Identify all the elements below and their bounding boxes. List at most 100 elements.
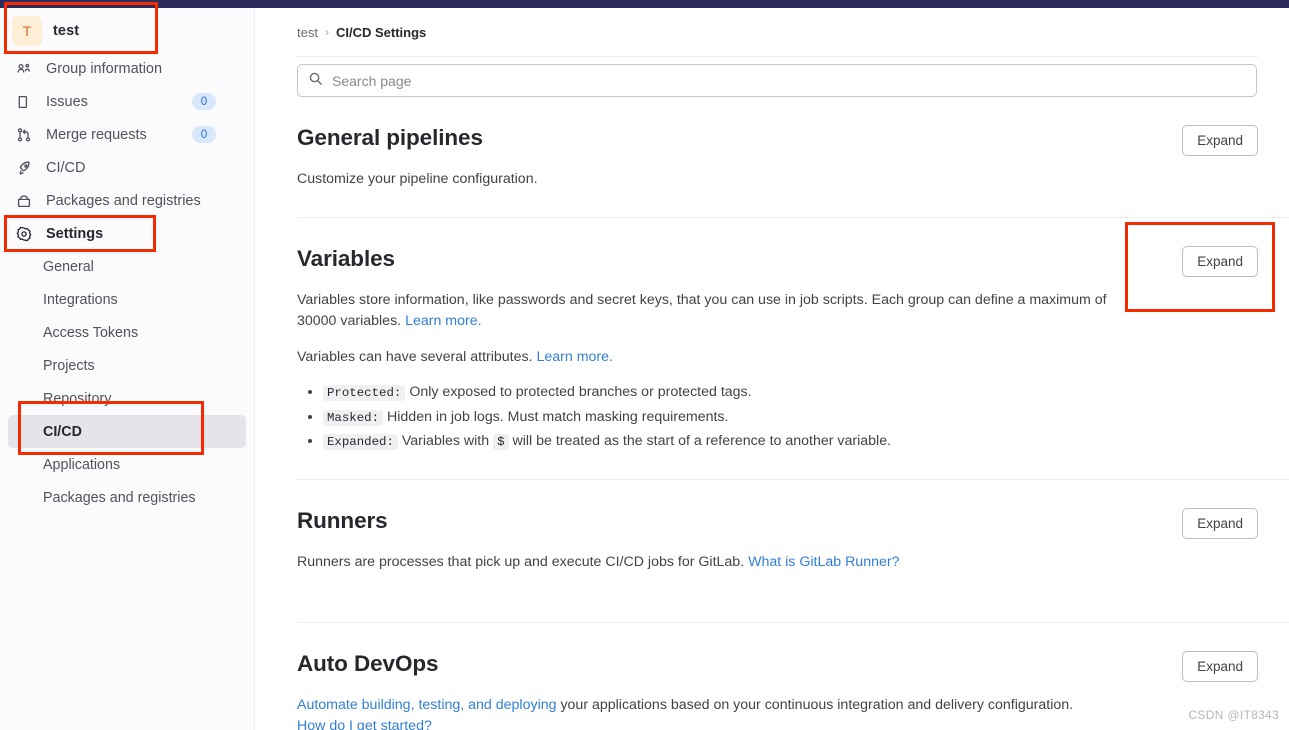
section-title: Variables bbox=[297, 245, 395, 271]
sidebar-item-label: Merge requests bbox=[46, 126, 147, 143]
merge-requests-count-badge: 0 bbox=[192, 126, 216, 143]
attribute-inline-code-dollar: $ bbox=[493, 434, 509, 451]
list-item: Expanded: Variables with $ will be treat… bbox=[323, 431, 1137, 453]
variables-attributes-list: Protected: Only exposed to protected bra… bbox=[297, 382, 1137, 453]
runners-description-text: Runners are processes that pick up and e… bbox=[297, 554, 749, 571]
list-item: Masked: Hidden in job logs. Must match m… bbox=[323, 407, 1137, 429]
how-do-i-get-started-link[interactable]: How do I get started? bbox=[297, 718, 432, 730]
avatar: T bbox=[12, 16, 42, 46]
sidebar-item-label: CI/CD bbox=[46, 159, 86, 176]
search-input[interactable] bbox=[330, 71, 1246, 90]
sidebar-item-settings[interactable]: Settings bbox=[8, 217, 246, 250]
gear-icon bbox=[16, 226, 32, 242]
section-body: Variables store information, like passwo… bbox=[297, 290, 1137, 453]
section-body: Automate building, testing, and deployin… bbox=[297, 695, 1137, 730]
sidebar-item-merge-requests[interactable]: Merge requests 0 bbox=[8, 118, 246, 151]
sidebar-item-label: Settings bbox=[46, 225, 104, 242]
browser-top-bar bbox=[0, 0, 1289, 8]
sidebar-subitem-cicd[interactable]: CI/CD bbox=[8, 415, 246, 448]
breadcrumb-current: CI/CD Settings bbox=[335, 24, 427, 40]
variables-learn-more-link-2[interactable]: Learn more. bbox=[536, 349, 613, 365]
sidebar-subitem-repository[interactable]: Repository bbox=[8, 382, 246, 415]
list-item: Protected: Only exposed to protected bra… bbox=[323, 382, 1137, 404]
sidebar-subitem-access-tokens[interactable]: Access Tokens bbox=[8, 316, 246, 349]
attribute-code-masked: Masked: bbox=[323, 409, 384, 426]
breadcrumb-divider bbox=[297, 56, 1258, 57]
sidebar-subitem-label: Projects bbox=[43, 357, 95, 374]
sidebar-subitem-label: Repository bbox=[43, 390, 112, 407]
section-auto-devops: Auto DevOps Expand Automate building, te… bbox=[297, 621, 1289, 730]
watermark: CSDN @IT8343 bbox=[1188, 708, 1279, 722]
search-page-wrap bbox=[256, 44, 1289, 97]
sidebar-subitem-label: Applications bbox=[43, 456, 121, 473]
auto-devops-text: your applications based on your continuo… bbox=[556, 696, 1074, 713]
variables-paragraph-2: Variables can have several attributes. L… bbox=[297, 347, 1137, 369]
expand-button-general-pipelines[interactable]: Expand bbox=[1182, 125, 1258, 156]
search-box[interactable] bbox=[297, 64, 1257, 97]
sidebar-subitem-label: Integrations bbox=[43, 291, 118, 308]
attribute-text-protected: Only exposed to protected branches or pr… bbox=[409, 384, 752, 401]
expand-button-runners[interactable]: Expand bbox=[1182, 508, 1258, 540]
expand-button-auto-devops[interactable]: Expand bbox=[1182, 650, 1258, 682]
group-information-icon bbox=[16, 61, 32, 77]
section-header: Variables Expand bbox=[297, 245, 1258, 277]
app-window: T test Group information Issues 0 Merge … bbox=[0, 0, 1289, 730]
merge-requests-icon bbox=[16, 127, 32, 143]
sidebar-context-header[interactable]: T test bbox=[0, 8, 254, 52]
issues-icon bbox=[16, 94, 32, 110]
section-body: Runners are processes that pick up and e… bbox=[297, 552, 1137, 574]
what-is-gitlab-runner-link[interactable]: What is GitLab Runner? bbox=[748, 554, 899, 570]
sidebar-item-issues[interactable]: Issues 0 bbox=[8, 85, 246, 118]
section-title: Runners bbox=[297, 508, 388, 534]
variables-paragraph-2-text: Variables can have several attributes. bbox=[297, 348, 537, 365]
sidebar-item-group-information[interactable]: Group information bbox=[8, 52, 246, 85]
settings-sections: General pipelines Expand Customize your … bbox=[256, 97, 1289, 730]
package-icon bbox=[16, 193, 32, 209]
section-header: Runners Expand bbox=[297, 507, 1258, 540]
section-header: Auto DevOps Expand bbox=[297, 650, 1258, 682]
context-name: test bbox=[53, 23, 80, 39]
sidebar-subitem-projects[interactable]: Projects bbox=[8, 349, 246, 382]
attribute-code-protected: Protected: bbox=[323, 385, 406, 402]
section-title: General pipelines bbox=[297, 125, 483, 150]
rocket-icon bbox=[16, 160, 32, 176]
sidebar-item-label: Packages and registries bbox=[46, 192, 201, 209]
section-description: Customize your pipeline configuration. bbox=[297, 171, 538, 187]
sidebar-subitem-applications[interactable]: Applications bbox=[8, 448, 246, 481]
section-variables: Variables Expand Variables store informa… bbox=[297, 216, 1289, 453]
attribute-code-expanded: Expanded: bbox=[323, 434, 398, 451]
expand-button-variables[interactable]: Expand bbox=[1182, 245, 1258, 277]
attribute-text-expanded-after: will be treated as the start of a refere… bbox=[512, 433, 892, 450]
sidebar-subitem-label: General bbox=[43, 258, 94, 275]
issues-count-badge: 0 bbox=[192, 93, 216, 110]
runners-description: Runners are processes that pick up and e… bbox=[297, 552, 1137, 574]
sidebar-subnav: General Integrations Access Tokens Proje… bbox=[0, 250, 254, 514]
sidebar-item-label: Group information bbox=[46, 60, 163, 77]
sidebar-subitem-label: CI/CD bbox=[43, 423, 82, 440]
sidebar-item-label: Issues bbox=[46, 93, 88, 110]
breadcrumb: test › CI/CD Settings bbox=[256, 8, 1289, 44]
variables-learn-more-link-1[interactable]: Learn more. bbox=[405, 313, 482, 329]
breadcrumb-separator: › bbox=[324, 25, 329, 39]
sidebar-subitem-label: Access Tokens bbox=[43, 324, 139, 341]
sidebar: T test Group information Issues 0 Merge … bbox=[0, 8, 255, 730]
auto-devops-description: Automate building, testing, and deployin… bbox=[297, 695, 1137, 730]
search-icon bbox=[308, 71, 330, 91]
main-content: test › CI/CD Settings General pipelines … bbox=[256, 8, 1289, 730]
breadcrumb-root[interactable]: test bbox=[297, 25, 318, 40]
sidebar-item-packages-and-registries[interactable]: Packages and registries bbox=[8, 184, 246, 217]
sidebar-subitem-integrations[interactable]: Integrations bbox=[8, 283, 246, 316]
section-title: Auto DevOps bbox=[297, 650, 439, 676]
automate-building-link[interactable]: Automate building, testing, and deployin… bbox=[297, 697, 557, 713]
sidebar-subitem-general[interactable]: General bbox=[8, 250, 246, 283]
sidebar-subitem-label: Packages and registries bbox=[43, 489, 196, 506]
variables-paragraph-1: Variables store information, like passwo… bbox=[297, 290, 1137, 333]
attribute-text-expanded-before: Variables with bbox=[401, 433, 490, 450]
section-general-pipelines: General pipelines Expand Customize your … bbox=[297, 97, 1289, 191]
attribute-text-masked: Hidden in job logs. Must match masking r… bbox=[387, 408, 729, 425]
sidebar-subitem-packages-and-registries[interactable]: Packages and registries bbox=[8, 481, 246, 514]
section-body: Customize your pipeline configuration. bbox=[297, 169, 1137, 191]
sidebar-item-cicd[interactable]: CI/CD bbox=[8, 151, 246, 184]
section-header: General pipelines Expand bbox=[297, 124, 1258, 156]
sidebar-nav: Group information Issues 0 Merge request… bbox=[0, 52, 254, 250]
